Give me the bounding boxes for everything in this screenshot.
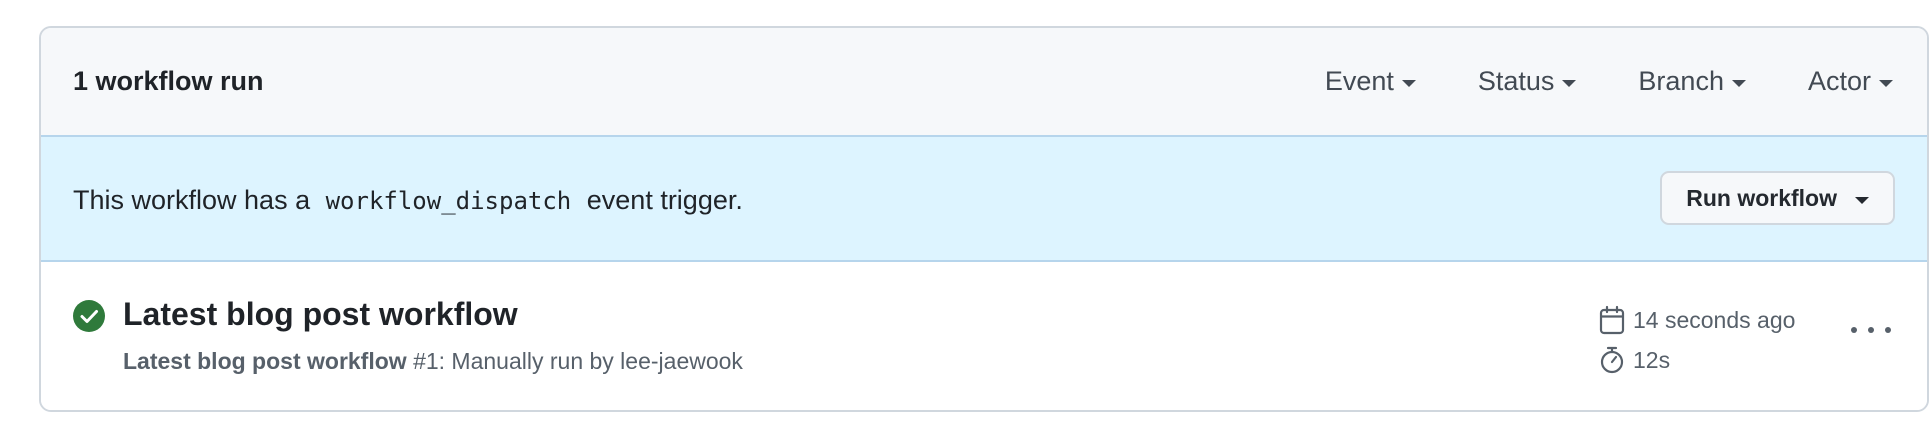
run-meta: Latest blog post workflow #1: Manually r… [123,348,743,375]
filter-event-label: Event [1324,66,1394,96]
kebab-dot [1851,327,1857,333]
dispatch-suffix: event trigger. [586,185,743,215]
caret-down-icon [1731,80,1746,87]
run-trigger-description: : Manually run by lee-jaewook [438,348,743,374]
kebab-dot [1868,327,1874,333]
run-time-ago: 14 seconds ago [1633,306,1796,333]
caret-down-icon [1401,80,1416,87]
workflow-runs-panel: 1 workflow run Event Status Branch Actor… [39,26,1929,412]
filter-actor-dropdown[interactable]: Actor [1808,66,1893,97]
kebab-horizontal-icon[interactable] [1851,318,1891,342]
run-workflow-name: Latest blog post workflow [123,348,407,374]
run-title-link[interactable]: Latest blog post workflow [123,296,518,333]
dispatch-banner: This workflow has a workflow_dispatch ev… [41,137,1927,262]
runs-header: 1 workflow run Event Status Branch Actor [41,28,1927,137]
run-time-ago-line: 14 seconds ago [1599,300,1795,340]
run-workflow-button[interactable]: Run workflow [1660,171,1895,225]
run-count: 1 workflow run [73,66,264,96]
dispatch-message: This workflow has a workflow_dispatch ev… [73,185,743,216]
dispatch-prefix: This workflow has a [73,185,311,215]
filter-status-dropdown[interactable]: Status [1478,66,1577,97]
filter-bar: Event Status Branch Actor [1325,66,1893,97]
filter-event-dropdown[interactable]: Event [1325,66,1416,97]
workflow-run-row: Latest blog post workflow Latest blog po… [41,262,1927,410]
caret-down-icon [1879,80,1893,87]
filter-actor-label: Actor [1807,66,1871,96]
filter-branch-dropdown[interactable]: Branch [1638,66,1746,97]
filter-status-label: Status [1477,66,1555,96]
calendar-icon [1599,305,1625,335]
stopwatch-icon [1600,346,1624,374]
kebab-dot [1885,327,1891,333]
run-number: #1 [413,348,439,374]
caret-down-icon [1855,196,1869,204]
run-workflow-label: Run workflow [1686,184,1837,211]
filter-branch-label: Branch [1638,66,1724,96]
run-duration: 12s [1633,346,1671,373]
check-circle-fill-icon [73,300,105,332]
dispatch-event-code: workflow_dispatch [325,187,572,215]
caret-down-icon [1562,80,1577,87]
run-timing: 14 seconds ago 12s [1599,300,1795,380]
run-duration-line: 12s [1599,340,1795,380]
